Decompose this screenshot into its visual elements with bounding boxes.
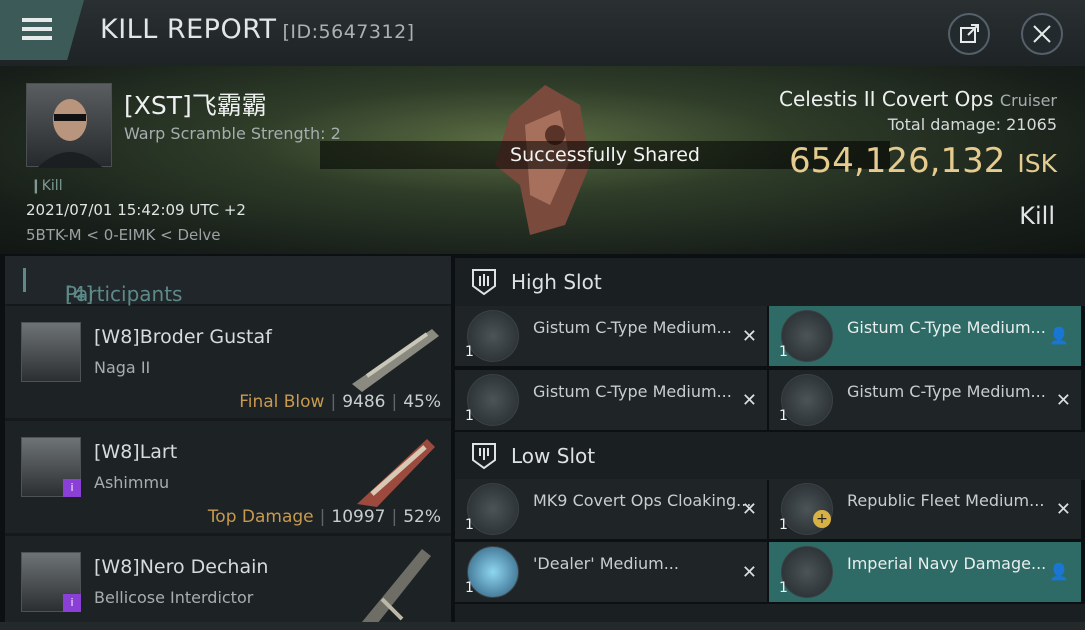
person-icon: 👤 xyxy=(1049,326,1069,345)
module-icon xyxy=(781,546,833,598)
bottom-bar xyxy=(0,622,1085,630)
module-icon xyxy=(467,374,519,426)
corp-badge-icon: i xyxy=(63,594,81,612)
module-name: Gistum C-Type Medium... xyxy=(847,382,1046,401)
slot-item[interactable]: 1 'Dealer' Medium... ✕ xyxy=(455,542,767,602)
participant-ship: Naga II xyxy=(94,358,151,377)
participant-row[interactable]: i [W8]Lart Ashimmu Top Damage | 10997 | 52% xyxy=(5,421,451,533)
remove-icon[interactable]: ✕ xyxy=(742,562,757,583)
menu-button[interactable] xyxy=(0,0,84,60)
high-slot-header: High Slot xyxy=(455,258,1085,306)
victim-portrait[interactable] xyxy=(26,83,112,168)
hamburger-icon xyxy=(22,18,52,22)
remove-icon[interactable]: ✕ xyxy=(742,326,757,347)
high-slot-icon xyxy=(472,269,496,296)
module-name: Republic Fleet Medium... xyxy=(847,491,1045,510)
slot-item[interactable]: 1 Gistum C-Type Medium... ✕ xyxy=(769,370,1081,430)
isk-value: 654,126,132 ISK xyxy=(789,141,1057,181)
corp-badge-icon: i xyxy=(63,479,81,497)
participant-row[interactable]: [W8]Broder Gustaf Naga II Final Blow | 948… xyxy=(5,306,451,418)
close-icon xyxy=(1033,25,1051,43)
participant-row[interactable]: i [W8]Nero Dechain Bellicose Interdictor xyxy=(5,536,451,624)
kill-tag: ❙Kill xyxy=(30,178,63,194)
slot-item[interactable]: 1 Gistum C-Type Medium... 👤 xyxy=(769,306,1081,366)
module-icon xyxy=(467,310,519,362)
participant-name: [W8]Nero Dechain xyxy=(94,556,269,578)
close-button[interactable] xyxy=(1021,13,1063,55)
module-icon xyxy=(781,374,833,426)
remove-icon[interactable]: ✕ xyxy=(1056,499,1071,520)
low-slot-icon xyxy=(472,443,496,470)
slot-item[interactable]: 1 Gistum C-Type Medium... ✕ xyxy=(455,306,767,366)
person-icon: 👤 xyxy=(1049,562,1069,581)
kill-type-label: Kill xyxy=(1019,202,1055,230)
module-name: MK9 Covert Ops Cloaking... xyxy=(533,491,752,510)
slot-item[interactable]: +1 Republic Fleet Medium... ✕ xyxy=(769,479,1081,539)
ship-thumbnail xyxy=(352,329,439,392)
warp-scramble-text: Warp Scramble Strength: 2 xyxy=(124,124,341,143)
report-id: [ID:5647312] xyxy=(282,21,415,43)
participant-ship: Bellicose Interdictor xyxy=(94,588,254,607)
slot-item[interactable]: 1 MK9 Covert Ops Cloaking... ✕ xyxy=(455,479,767,539)
kill-datetime: 2021/07/01 15:42:09 UTC +2 xyxy=(26,201,246,219)
remove-icon[interactable]: ✕ xyxy=(1056,390,1071,411)
module-name: 'Dealer' Medium... xyxy=(533,554,679,573)
module-name: Gistum C-Type Medium... xyxy=(533,382,732,401)
remove-icon[interactable]: ✕ xyxy=(742,390,757,411)
share-icon xyxy=(960,24,979,43)
share-button[interactable] xyxy=(948,13,990,55)
victim-ship-name[interactable]: Celestis II Covert Ops Cruiser xyxy=(779,87,1057,111)
module-icon xyxy=(781,310,833,362)
low-slot-header: Low Slot xyxy=(455,432,1085,480)
participants-header: Participants [4] xyxy=(5,256,451,306)
participant-name: [W8]Lart xyxy=(94,441,178,463)
module-name: Gistum C-Type Medium... xyxy=(847,318,1046,337)
slot-item[interactable]: 1 Gistum C-Type Medium... ✕ xyxy=(455,370,767,430)
module-name: Imperial Navy Damage... xyxy=(847,554,1047,573)
kill-location[interactable]: 5BTK-M < 0-EIMK < Delve xyxy=(26,226,221,244)
total-damage: Total damage: 21065 xyxy=(887,115,1057,134)
participant-stats: Final Blow | 9486 | 45% xyxy=(239,392,441,412)
avatar xyxy=(21,322,81,382)
ship-thumbnail xyxy=(362,549,431,624)
participant-ship: Ashimmu xyxy=(94,473,170,492)
next-slot-header xyxy=(455,604,1085,622)
header-bar: KILL REPORT [ID:5647312] xyxy=(0,0,1085,66)
module-icon xyxy=(467,483,519,535)
module-icon xyxy=(467,546,519,598)
slot-item[interactable]: 1 Imperial Navy Damage... 👤 xyxy=(769,542,1081,602)
victim-name: [XST]飞霸霸 xyxy=(124,91,267,120)
remove-icon[interactable]: ✕ xyxy=(742,499,757,520)
module-name: Gistum C-Type Medium... xyxy=(533,318,732,337)
page-title: KILL REPORT [ID:5647312] xyxy=(100,14,415,45)
participant-stats: Top Damage | 10997 | 52% xyxy=(207,507,441,527)
plus-icon: + xyxy=(813,510,831,528)
participant-name: [W8]Broder Gustaf xyxy=(94,326,272,348)
ship-thumbnail xyxy=(357,439,435,507)
